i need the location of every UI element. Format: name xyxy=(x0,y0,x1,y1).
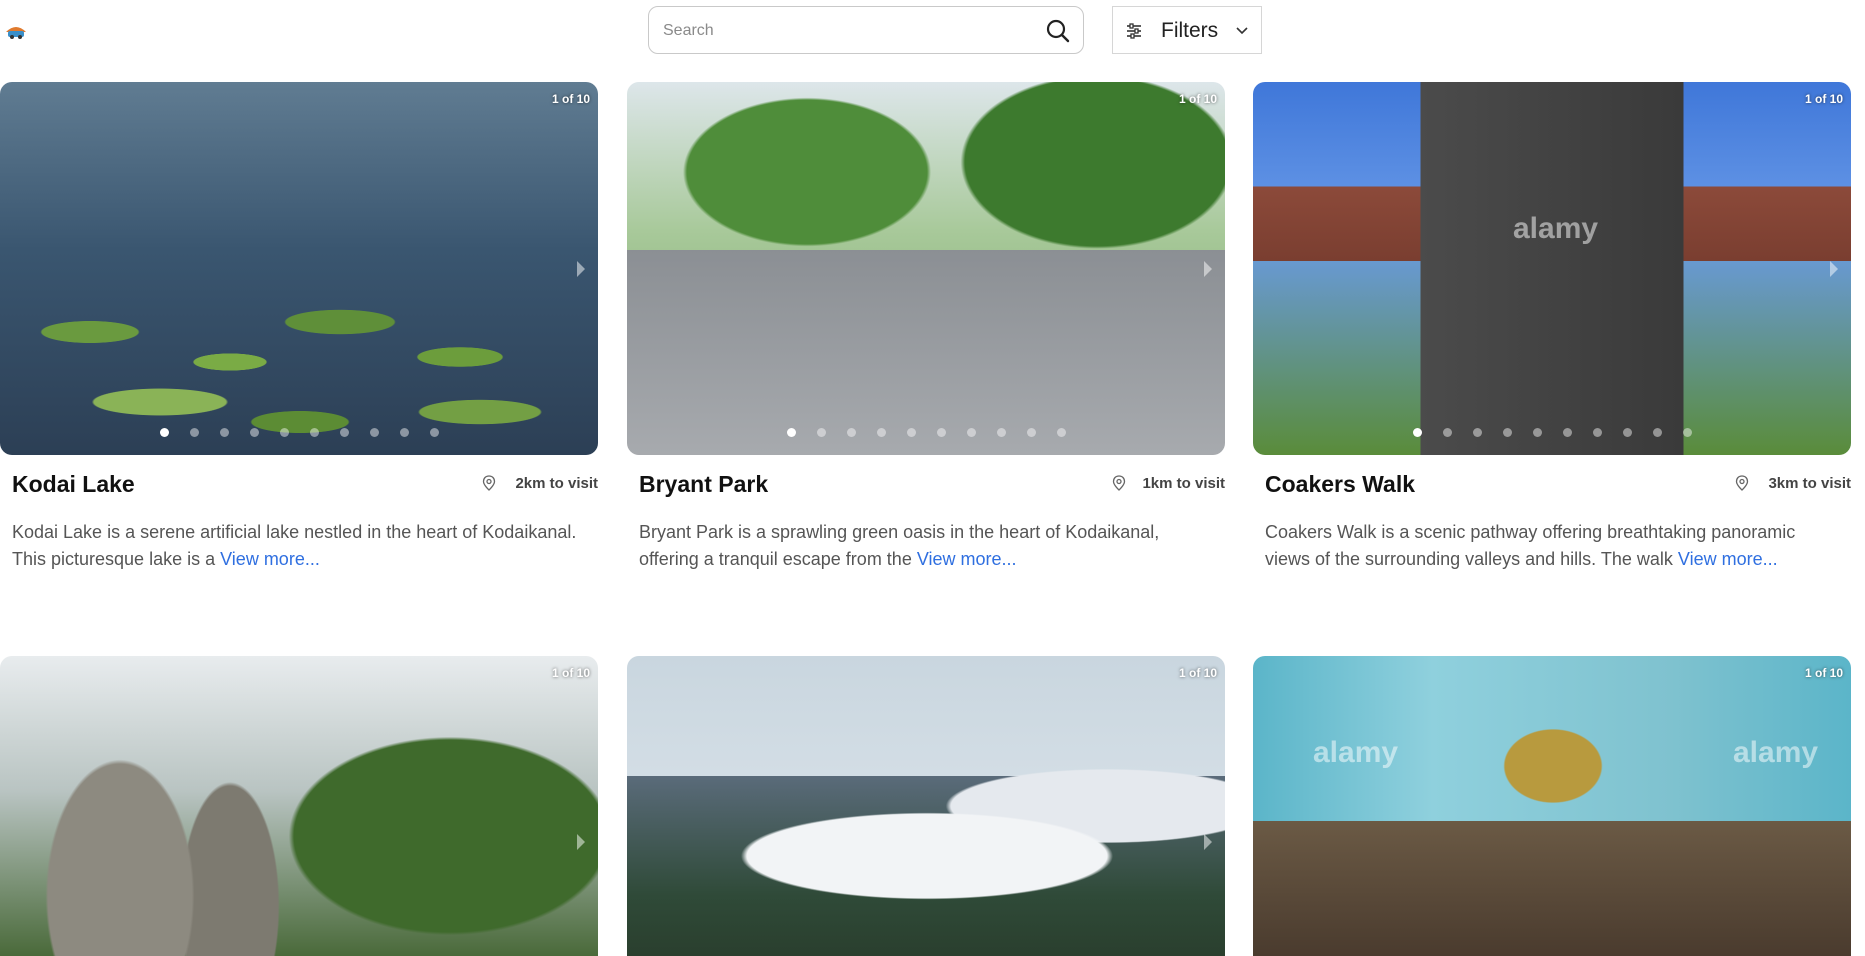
carousel-dot[interactable] xyxy=(1026,428,1036,437)
app-logo[interactable] xyxy=(4,20,28,40)
image-counter: 1 of 10 xyxy=(1804,92,1843,106)
chevron-right-icon[interactable] xyxy=(574,831,588,853)
place-description: Bryant Park is a sprawling green oasis i… xyxy=(639,519,1219,573)
carousel-dot[interactable] xyxy=(1532,428,1542,437)
description-text: Bryant Park is a sprawling green oasis i… xyxy=(639,522,1160,569)
carousel-dot[interactable] xyxy=(279,428,289,437)
place-card[interactable]: 1 of 10 xyxy=(0,656,598,956)
carousel-dot[interactable] xyxy=(966,428,976,437)
carousel-dot[interactable] xyxy=(1682,428,1692,437)
carousel-dot[interactable] xyxy=(219,428,229,437)
distance-label: 2km to visit xyxy=(515,475,598,492)
carousel-dot[interactable] xyxy=(1502,428,1512,437)
place-title[interactable]: Coakers Walk xyxy=(1265,471,1415,498)
distance-label: 1km to visit xyxy=(1142,475,1225,492)
carousel-dot[interactable] xyxy=(429,428,439,437)
carousel-dot[interactable] xyxy=(936,428,946,437)
place-card[interactable]: alamy alamy 1 of 10 xyxy=(1253,656,1851,956)
search-icon[interactable] xyxy=(1045,18,1071,44)
carousel-dot[interactable] xyxy=(906,428,916,437)
carousel-dot[interactable] xyxy=(1412,428,1422,437)
top-bar: Filters xyxy=(0,0,1865,64)
card-title-row: Coakers Walk 3km to visit xyxy=(1253,469,1851,513)
chevron-right-icon[interactable] xyxy=(1827,258,1841,280)
place-image[interactable]: 1 of 10 xyxy=(627,656,1225,956)
carousel-dot[interactable] xyxy=(369,428,379,437)
chevron-down-icon xyxy=(1236,27,1248,35)
image-counter: 1 of 10 xyxy=(551,666,590,680)
image-counter: 1 of 10 xyxy=(551,92,590,106)
carousel-dot[interactable] xyxy=(1592,428,1602,437)
image-counter: 1 of 10 xyxy=(1178,92,1217,106)
carousel-dots xyxy=(1253,428,1851,437)
carousel-dot[interactable] xyxy=(1442,428,1452,437)
carousel-dots xyxy=(627,428,1225,437)
image-counter: 1 of 10 xyxy=(1804,666,1843,680)
carousel-dot[interactable] xyxy=(996,428,1006,437)
carousel-dot[interactable] xyxy=(816,428,826,437)
place-image[interactable]: 1 of 10 xyxy=(627,82,1225,455)
card-title-row: Kodai Lake 2km to visit xyxy=(0,469,598,513)
search-input[interactable] xyxy=(661,17,1025,45)
view-more-link[interactable]: View more... xyxy=(220,549,320,569)
watermark: alamy xyxy=(1733,736,1819,769)
sliders-icon xyxy=(1127,23,1141,39)
place-card-kodai-lake[interactable]: 1 of 10 Kodai Lake 2km to visit Kodai La… xyxy=(0,82,598,573)
filters-button[interactable]: Filters xyxy=(1112,6,1262,54)
carousel-dot[interactable] xyxy=(846,428,856,437)
place-card-coakers-walk[interactable]: alamy 1 of 10 Coakers Walk 3km to visit … xyxy=(1253,82,1851,573)
location-pin-icon xyxy=(482,475,496,491)
carousel-dot[interactable] xyxy=(1562,428,1572,437)
carousel-dot[interactable] xyxy=(1056,428,1066,437)
place-title[interactable]: Kodai Lake xyxy=(12,471,135,498)
filters-label: Filters xyxy=(1161,19,1219,42)
watermark: alamy xyxy=(1313,736,1399,769)
carousel-dot[interactable] xyxy=(1622,428,1632,437)
carousel-dot[interactable] xyxy=(876,428,886,437)
chevron-right-icon[interactable] xyxy=(574,258,588,280)
carousel-dot[interactable] xyxy=(1472,428,1482,437)
card-title-row: Bryant Park 1km to visit xyxy=(627,469,1225,513)
carousel-dots xyxy=(0,428,598,437)
carousel-dot[interactable] xyxy=(309,428,319,437)
place-card[interactable]: 1 of 10 xyxy=(627,656,1225,956)
place-title[interactable]: Bryant Park xyxy=(639,471,768,498)
location-pin-icon xyxy=(1735,475,1749,491)
chevron-right-icon[interactable] xyxy=(1201,258,1215,280)
distance-label: 3km to visit xyxy=(1768,475,1851,492)
chevron-right-icon[interactable] xyxy=(1201,831,1215,853)
place-description: Coakers Walk is a scenic pathway offerin… xyxy=(1265,519,1845,573)
place-image[interactable]: alamy 1 of 10 xyxy=(1253,82,1851,455)
carousel-dot[interactable] xyxy=(249,428,259,437)
place-image[interactable]: 1 of 10 xyxy=(0,82,598,455)
view-more-link[interactable]: View more... xyxy=(917,549,1017,569)
image-counter: 1 of 10 xyxy=(1178,666,1217,680)
view-more-link[interactable]: View more... xyxy=(1678,549,1778,569)
place-image[interactable]: 1 of 10 xyxy=(0,656,598,956)
search-box xyxy=(648,6,1084,54)
carousel-dot[interactable] xyxy=(339,428,349,437)
place-card-bryant-park[interactable]: 1 of 10 Bryant Park 1km to visit Bryant … xyxy=(627,82,1225,573)
carousel-dot[interactable] xyxy=(399,428,409,437)
carousel-dot[interactable] xyxy=(1652,428,1662,437)
carousel-dot[interactable] xyxy=(786,428,796,437)
place-description: Kodai Lake is a serene artificial lake n… xyxy=(12,519,592,573)
carousel-dot[interactable] xyxy=(159,428,169,437)
place-image[interactable]: alamy alamy 1 of 10 xyxy=(1253,656,1851,956)
location-pin-icon xyxy=(1112,475,1126,491)
carousel-dot[interactable] xyxy=(189,428,199,437)
watermark: alamy xyxy=(1513,212,1599,245)
